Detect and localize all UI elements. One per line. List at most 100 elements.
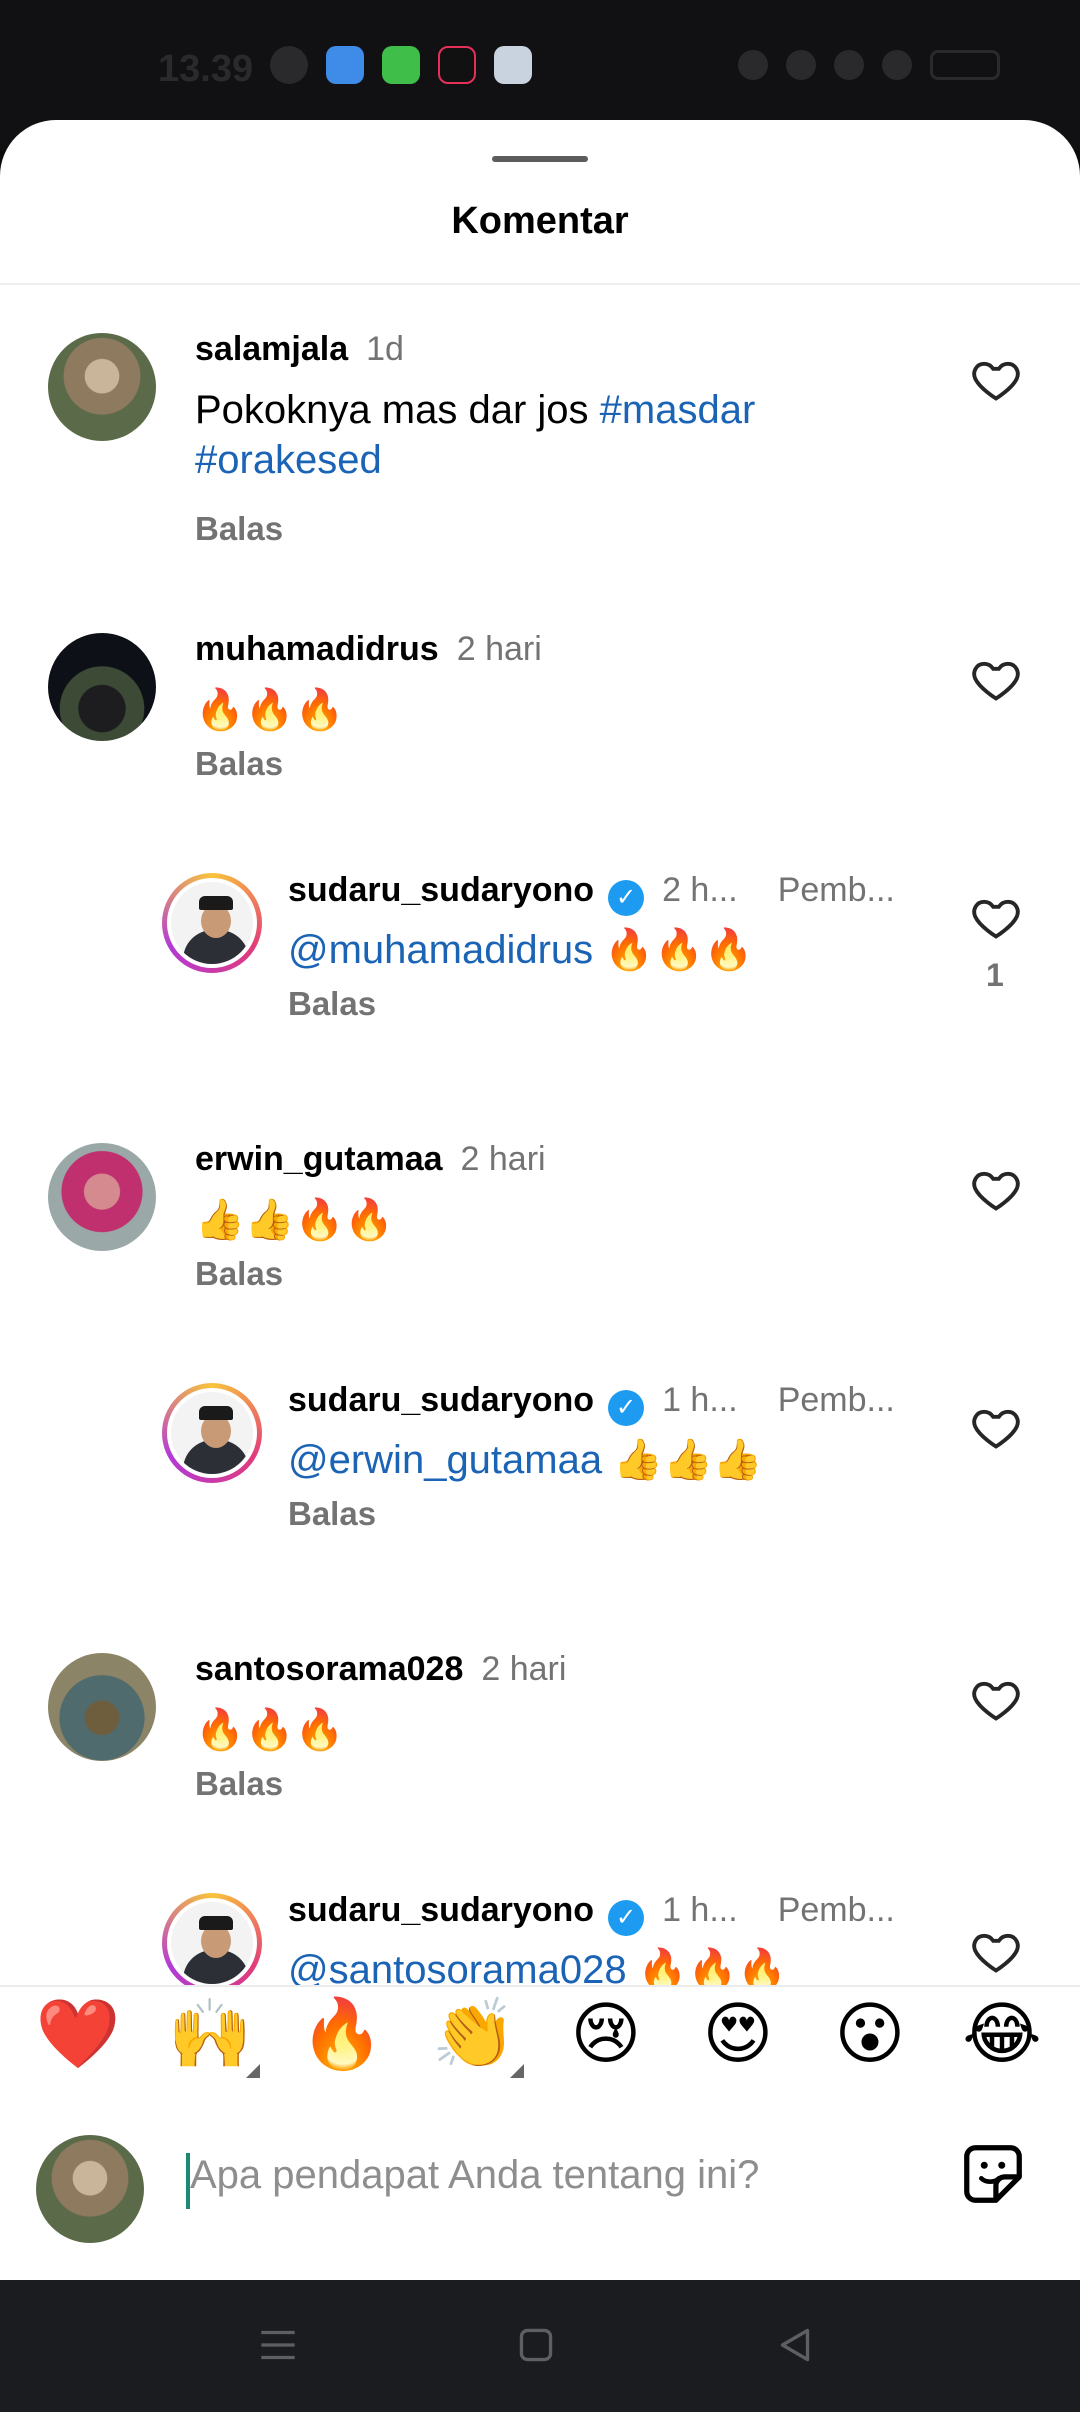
avatar[interactable] — [48, 1653, 156, 1761]
like-heart-icon[interactable] — [970, 891, 1022, 943]
comment-text: Pokoknya mas dar jos #masdar #orakesed — [195, 385, 955, 485]
sticker-icon[interactable] — [958, 2139, 1028, 2209]
comment-text: @santosorama028 🔥🔥🔥 — [288, 1945, 1048, 1985]
comment-username[interactable]: sudaru_sudaryono — [288, 871, 594, 909]
emoji-crying-button[interactable]: 😢 — [561, 1990, 651, 2080]
sheet-title: Komentar — [451, 200, 629, 242]
avatar — [167, 878, 257, 968]
comment-input[interactable]: Apa pendapat Anda tentang ini? — [190, 2153, 759, 2198]
comment-time: 1 h... — [662, 1891, 738, 1929]
comment-meta: muhamadidrus 2 hari — [195, 630, 542, 669]
mute-icon — [786, 50, 816, 80]
avatar — [167, 1388, 257, 1478]
emoji-fire-button[interactable]: 🔥 — [297, 1990, 387, 2080]
comment-text: @erwin_gutamaa 👍👍👍 — [288, 1435, 1048, 1485]
mention-link[interactable]: @santosorama028 — [288, 1948, 627, 1985]
comment-username[interactable]: sudaru_sudaryono — [288, 1891, 594, 1929]
comment-time: 2 hari — [460, 1140, 546, 1178]
system-navigation-bar — [0, 2280, 1080, 2412]
skin-tone-indicator-icon — [246, 2064, 260, 2078]
emoji-surprised-button[interactable]: 😮 — [825, 1990, 915, 2080]
comments-sheet: Komentar salamjala 1d Pokoknya mas dar jo… — [0, 120, 1080, 2280]
creator-label: Pemb... — [777, 871, 895, 909]
comment-text-body: 🔥🔥🔥 — [593, 928, 754, 972]
emoji-raised-hands-button[interactable]: 🙌 — [165, 1990, 255, 2080]
home-square-icon[interactable] — [511, 2320, 561, 2370]
reply-button[interactable]: Balas — [288, 985, 376, 1023]
like-heart-icon[interactable] — [970, 1925, 1022, 1977]
avatar[interactable] — [48, 633, 156, 741]
comment-time: 1 h... — [662, 1381, 738, 1419]
emoji-laughing-button[interactable]: 😂 — [957, 1990, 1047, 2080]
reply-button[interactable]: Balas — [195, 1255, 283, 1293]
comment-time: 2 hari — [456, 630, 542, 668]
emoji-clap-button[interactable]: 👏 — [429, 1990, 519, 2080]
status-time: 13.39 — [158, 48, 254, 90]
comment-text: 👍👍🔥🔥 — [195, 1198, 395, 1242]
avatar[interactable] — [48, 333, 156, 441]
avatar-with-story-ring[interactable] — [162, 1383, 262, 1483]
wifi-icon — [834, 50, 864, 80]
comment-meta: salamjala 1d — [195, 330, 404, 369]
mention-link[interactable]: @muhamadidrus — [288, 928, 593, 972]
reply-button[interactable]: Balas — [195, 1765, 283, 1803]
skin-tone-indicator-icon — [510, 2064, 524, 2078]
app-icon — [494, 46, 532, 84]
comment-text: 🔥🔥🔥 — [195, 1708, 345, 1752]
avatar-with-story-ring[interactable] — [162, 1893, 262, 1985]
comment-meta: santosorama028 2 hari — [195, 1650, 566, 1689]
comment-text-body: 👍👍👍 — [602, 1438, 763, 1482]
tiktok-icon — [438, 46, 476, 84]
app-icon — [382, 46, 420, 84]
comment-username[interactable]: muhamadidrus — [195, 630, 439, 668]
comment-username[interactable]: salamjala — [195, 330, 348, 368]
comment-time: 1d — [366, 330, 404, 368]
sheet-drag-handle[interactable] — [492, 156, 588, 162]
divider — [0, 1985, 1080, 1987]
avatar[interactable] — [48, 1143, 156, 1251]
comment-text: @muhamadidrus 🔥🔥🔥 — [288, 925, 1048, 975]
comment-meta: sudaru_sudaryono ✓ 1 h... Pemb... — [288, 1891, 895, 1936]
status-app-icons — [270, 46, 532, 84]
comment-list[interactable]: salamjala 1d Pokoknya mas dar jos #masdar… — [0, 285, 1080, 1985]
comment-username[interactable]: sudaru_sudaryono — [288, 1381, 594, 1419]
comment-username[interactable]: santosorama028 — [195, 1650, 463, 1688]
mention-link[interactable]: @erwin_gutamaa — [288, 1438, 602, 1482]
hashtag-link[interactable]: #masdar — [600, 388, 756, 432]
emoji-row: ❤️ 🙌 🔥 👏 😢 😍 😮 😂 — [0, 1990, 1080, 2090]
like-heart-icon[interactable] — [970, 1163, 1022, 1215]
like-heart-icon[interactable] — [970, 1673, 1022, 1725]
like-heart-icon[interactable] — [970, 353, 1022, 405]
comment-username[interactable]: erwin_gutamaa — [195, 1140, 443, 1178]
comment-text-body: 🔥🔥🔥 — [626, 1948, 788, 1985]
emoji-heart-eyes-button[interactable]: 😍 — [693, 1990, 783, 2080]
creator-label: Pemb... — [777, 1891, 895, 1929]
like-heart-icon[interactable] — [970, 653, 1022, 705]
comment-meta: sudaru_sudaryono ✓ 2 h... Pemb... — [288, 871, 895, 916]
whatsapp-icon — [270, 46, 308, 84]
verified-badge-icon: ✓ — [608, 880, 645, 916]
avatar-with-story-ring[interactable] — [162, 873, 262, 973]
hashtag-link[interactable]: #orakesed — [195, 438, 382, 482]
signal-icon — [882, 50, 912, 80]
comment-meta: erwin_gutamaa 2 hari — [195, 1140, 546, 1179]
battery-icon — [930, 50, 1000, 80]
creator-label: Pemb... — [777, 1381, 895, 1419]
emoji-heart-button[interactable]: ❤️ — [33, 1990, 123, 2080]
back-triangle-icon[interactable] — [770, 2320, 820, 2370]
like-count: 1 — [986, 957, 1004, 993]
reply-button[interactable]: Balas — [288, 1495, 376, 1533]
reply-button[interactable]: Balas — [195, 745, 283, 783]
comment-time: 2 hari — [481, 1650, 567, 1688]
comment-text-body: Pokoknya mas dar jos — [195, 388, 600, 432]
comment-text: 🔥🔥🔥 — [195, 688, 345, 732]
my-avatar — [36, 2135, 144, 2243]
menu-icon[interactable] — [253, 2320, 303, 2370]
verified-badge-icon: ✓ — [608, 1900, 645, 1936]
reply-button[interactable]: Balas — [195, 510, 283, 548]
comment-time: 2 h... — [662, 871, 738, 909]
app-icon — [326, 46, 364, 84]
avatar — [167, 1898, 257, 1985]
status-system-icons — [738, 50, 1000, 80]
like-heart-icon[interactable] — [970, 1401, 1022, 1453]
